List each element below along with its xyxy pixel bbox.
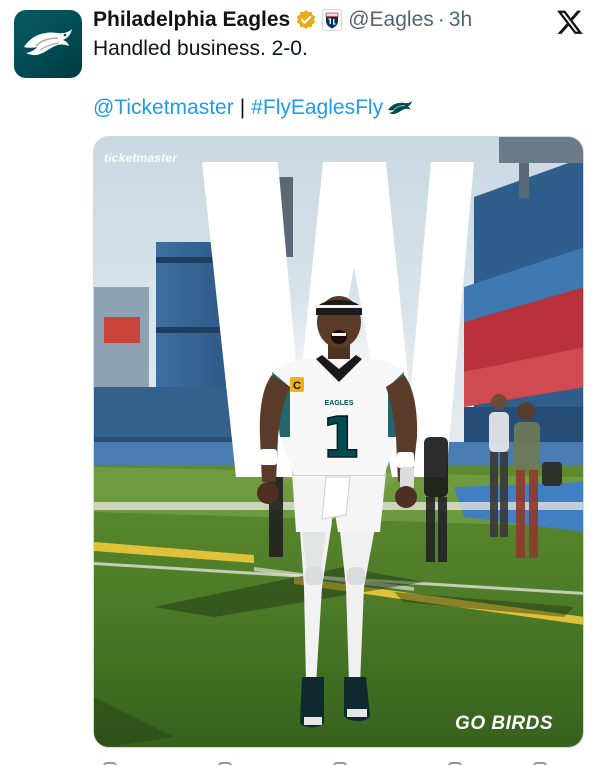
tweet-actions	[93, 758, 584, 765]
eagles-wing-icon	[387, 100, 413, 116]
tweet-media[interactable]: C EAGLES 1 ticketmaster GO BIRDS	[93, 136, 584, 748]
separator-dot: ·	[437, 8, 445, 31]
eagles-logo-icon	[24, 29, 72, 56]
tweet-header: Philadelphia Eagles @Eagles · 3h	[93, 6, 472, 34]
jersey-number: 1	[322, 406, 361, 471]
captain-patch-letter: C	[293, 380, 301, 392]
link-divider: |	[239, 96, 246, 119]
ticketmaster-watermark: ticketmaster	[104, 151, 178, 165]
mention-link[interactable]: @Ticketmaster	[93, 96, 234, 120]
verified-badge-icon[interactable]	[295, 9, 317, 31]
author-handle[interactable]: @Eagles	[348, 8, 434, 32]
timestamp[interactable]: 3h	[449, 8, 472, 32]
tweet-text: Handled business. 2-0.	[93, 37, 308, 60]
tweet-links: @Ticketmaster | #FlyEaglesFly	[93, 96, 413, 120]
author-name[interactable]: Philadelphia Eagles	[93, 8, 290, 32]
avatar[interactable]	[14, 10, 82, 78]
nfl-shield-icon[interactable]	[322, 9, 343, 31]
media-artwork: C EAGLES 1	[94, 137, 583, 747]
x-logo-icon[interactable]	[556, 8, 584, 36]
go-birds-tagline: GO BIRDS	[455, 713, 553, 734]
hashtag-link[interactable]: #FlyEaglesFly	[251, 96, 383, 120]
